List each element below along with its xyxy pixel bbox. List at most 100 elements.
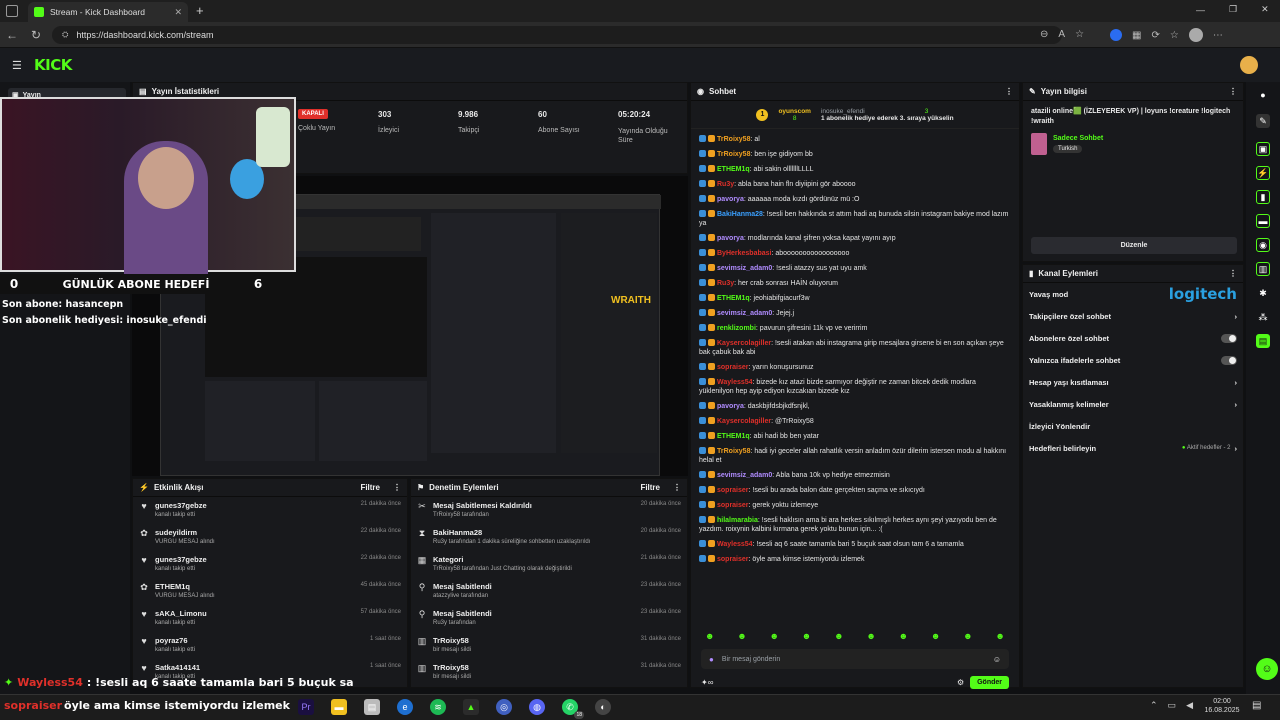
edit-stream-button[interactable]: Düzenle — [1031, 237, 1237, 254]
chat-username[interactable]: ETHEM1q — [717, 433, 750, 440]
emote-icon[interactable]: ☻ — [899, 631, 908, 641]
chat-username[interactable]: sevimsiz_adam0 — [717, 472, 772, 479]
chat-username[interactable]: Kaysercolagiller — [717, 340, 771, 347]
menu-icon[interactable]: ☰ — [12, 59, 22, 72]
chat-username[interactable]: sopraiser — [717, 556, 749, 563]
emote-bar[interactable]: ☻ ☻ ☻ ☻ ☻ ☻ ☻ ☻ ☻ ☻ — [691, 627, 1019, 645]
kick-app-icon[interactable]: ▲ — [463, 699, 479, 715]
tool-icon[interactable]: ▥ — [1256, 262, 1270, 276]
zoom-icon[interactable]: ⊖ — [1040, 29, 1048, 40]
chat-username[interactable]: pavorya — [717, 235, 744, 242]
emoji-picker-icon[interactable]: ☺ — [993, 655, 1001, 664]
whatsapp-icon[interactable]: ✆ 18 — [562, 699, 584, 719]
add-tool-icon[interactable]: ▤ — [1256, 334, 1270, 348]
close-tab-icon[interactable]: ✕ — [174, 7, 182, 18]
chat-username[interactable]: sevimsiz_adam0 — [717, 310, 772, 317]
activity-menu-icon[interactable]: ⋮ — [393, 483, 401, 492]
chat-tools-icon[interactable]: ✦∞ — [701, 678, 713, 687]
tool-icon[interactable]: ▬ — [1256, 214, 1270, 228]
emote-icon[interactable]: ☻ — [834, 631, 843, 641]
stream-info-menu-icon[interactable]: ⋮ — [1229, 87, 1237, 96]
volume-icon[interactable]: ◀ — [1186, 700, 1193, 711]
obs-icon[interactable]: ◐ — [595, 699, 611, 715]
tray-chevron-icon[interactable]: ⌃ — [1150, 700, 1158, 711]
wrench-icon[interactable]: ✱ — [1256, 286, 1270, 300]
discord-icon[interactable]: ◍ — [529, 699, 545, 715]
moderation-filter-button[interactable]: Filtre — [640, 483, 660, 492]
more-icon[interactable]: ⋯ — [1213, 30, 1223, 41]
chat-username[interactable]: ETHEM1q — [717, 295, 750, 302]
followers-only-row[interactable]: Takipçilere özel sohbet › — [1023, 305, 1243, 327]
chat-username[interactable]: TrRoixy58 — [717, 136, 750, 143]
mic-icon[interactable]: ● — [709, 655, 714, 664]
back-icon[interactable]: ← — [4, 27, 20, 43]
edge-icon[interactable]: e — [397, 699, 413, 715]
chat-username[interactable]: pavorya — [717, 403, 744, 410]
app-icon[interactable]: ▤ — [364, 699, 380, 715]
moderation-menu-icon[interactable]: ⋮ — [673, 483, 681, 492]
user-avatar[interactable] — [1240, 56, 1258, 74]
chat-settings-icon[interactable]: ⚙ — [957, 678, 964, 687]
app-icon[interactable]: ◎ — [496, 699, 512, 715]
subs-only-toggle[interactable] — [1221, 333, 1237, 343]
site-info-icon[interactable]: ⛭ — [62, 30, 68, 40]
chat-username[interactable]: Wayless54 — [717, 541, 753, 548]
raid-row[interactable]: İzleyici Yönlendir — [1023, 415, 1243, 437]
new-tab-button[interactable]: + — [196, 3, 204, 18]
collections-icon[interactable]: ☆ — [1170, 30, 1179, 41]
chat-username[interactable]: renklizombi — [717, 325, 756, 332]
slow-mode-row[interactable]: Yavaş mod logitech — [1023, 283, 1243, 305]
share-icon[interactable]: ⁂ — [1256, 310, 1270, 324]
spotify-icon[interactable]: ≋ — [430, 699, 446, 715]
chat-username[interactable]: TrRoixy58 — [717, 151, 750, 158]
emote-icon[interactable]: ☻ — [866, 631, 875, 641]
close-window-button[interactable]: ✕ — [1261, 4, 1269, 15]
refresh-icon[interactable]: ↻ — [28, 27, 44, 43]
read-aloud-icon[interactable]: A — [1058, 29, 1065, 40]
tool-icon[interactable]: ▣ — [1256, 142, 1270, 156]
notifications-icon[interactable]: ▤ — [1252, 700, 1261, 711]
file-explorer-icon[interactable]: ▬ — [331, 699, 347, 715]
gifter-leaderboard[interactable]: 1 oyunscom 8 inosuke_efendi 3 1 abonelik he… — [691, 101, 1019, 129]
channel-actions-menu-icon[interactable]: ⋮ — [1229, 269, 1237, 278]
emote-icon[interactable]: ☻ — [705, 631, 714, 641]
subs-only-row[interactable]: Abonelere özel sohbet — [1023, 327, 1243, 349]
chat-username[interactable]: pavorya — [717, 196, 744, 203]
extension-icon[interactable] — [1110, 29, 1122, 41]
maximize-button[interactable]: ❐ — [1229, 4, 1237, 15]
goals-row[interactable]: Hedefleri belirleyin ● Aktif hedefler - 2… — [1023, 437, 1243, 459]
account-age-row[interactable]: Hesap yaşı kısıtlaması › — [1023, 371, 1243, 393]
emote-icon[interactable]: ☻ — [963, 631, 972, 641]
tool-icon[interactable]: ▮ — [1256, 190, 1270, 204]
emote-icon[interactable]: ☻ — [931, 631, 940, 641]
tool-icon[interactable]: ◉ — [1256, 238, 1270, 252]
chat-username[interactable]: BakiHanma28 — [717, 211, 763, 218]
tool-icon[interactable]: ⚡ — [1256, 166, 1270, 180]
extensions-icon[interactable]: ▦ — [1132, 30, 1141, 41]
network-icon[interactable]: ▭ — [1168, 700, 1177, 711]
emote-icon[interactable]: ☻ — [995, 631, 1004, 641]
support-chat-icon[interactable]: ☺ — [1256, 658, 1278, 680]
chat-username[interactable]: TrRoixy58 — [717, 448, 750, 455]
url-field[interactable]: ⛭ https://dashboard.kick.com/stream — [52, 26, 1062, 44]
profile-avatar[interactable] — [1188, 28, 1203, 42]
chat-username[interactable]: sopraiser — [717, 502, 749, 509]
chat-username[interactable]: Kaysercolagiller — [717, 418, 771, 425]
favorite-star-icon[interactable]: ☆ — [1075, 29, 1084, 40]
chat-username[interactable]: sopraiser — [717, 364, 749, 371]
chat-username[interactable]: ETHEM1q — [717, 166, 750, 173]
emote-icon[interactable]: ☻ — [802, 631, 811, 641]
chat-username[interactable]: hilalmarabia — [717, 517, 758, 524]
edit-icon[interactable]: ✎ — [1256, 114, 1270, 128]
kick-logo[interactable]: KICK — [34, 56, 72, 74]
chat-username[interactable]: sevimsiz_adam0 — [717, 265, 772, 272]
chat-message-list[interactable]: TrRoixy58: al TrRoixy58: ben işe gidiyom … — [691, 129, 1019, 627]
chat-username[interactable]: Wayless54 — [717, 379, 753, 386]
emote-icon[interactable]: ☻ — [770, 631, 779, 641]
emote-only-toggle[interactable] — [1221, 355, 1237, 365]
chat-menu-icon[interactable]: ⋮ — [1005, 87, 1013, 96]
chat-username[interactable]: ByHerkesbabasi — [717, 250, 771, 257]
browser-essentials-icon[interactable]: ⟳ — [1151, 30, 1159, 41]
premiere-icon[interactable]: Pr — [298, 699, 314, 715]
activity-filter-button[interactable]: Filtre — [360, 483, 380, 492]
